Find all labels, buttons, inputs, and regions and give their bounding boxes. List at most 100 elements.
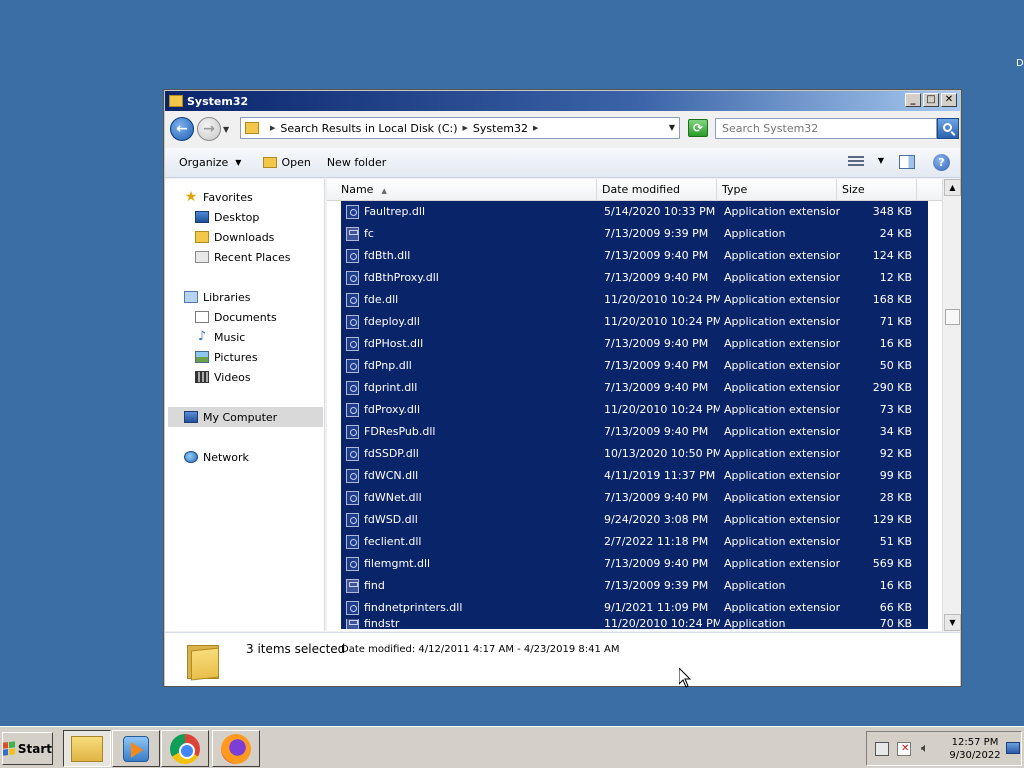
file-type: Application extension: [724, 557, 840, 570]
clock[interactable]: 12:57 PM 9/30/2022: [945, 736, 1005, 762]
nav-favorites[interactable]: ★ Favorites: [184, 187, 253, 207]
taskbar-chrome[interactable]: [161, 730, 209, 767]
file-row[interactable]: fdBthProxy.dll 7/13/2009 9:40 PM Applicati…: [341, 267, 928, 289]
breadcrumb-separator-icon[interactable]: ▶: [533, 124, 538, 132]
forward-button[interactable]: →: [197, 117, 221, 141]
minimize-button[interactable]: _: [905, 93, 921, 107]
refresh-button[interactable]: ⟳: [688, 119, 708, 137]
file-date: 7/13/2009 9:40 PM: [604, 425, 709, 438]
nav-network[interactable]: Network: [184, 447, 249, 467]
file-row[interactable]: filemgmt.dll 7/13/2009 9:40 PM Application…: [341, 553, 928, 575]
file-date: 9/24/2020 3:08 PM: [604, 513, 709, 526]
start-button[interactable]: Start: [2, 732, 53, 765]
scroll-up-icon[interactable]: ▲: [944, 179, 961, 196]
desktop-icon-label-edge[interactable]: D: [1016, 58, 1024, 70]
network-status-icon[interactable]: [875, 742, 889, 756]
file-name: FDResPub.dll: [364, 425, 436, 438]
file-name: fdBthProxy.dll: [364, 271, 439, 284]
file-size: 50 KB: [879, 359, 912, 372]
file-size: 34 KB: [879, 425, 912, 438]
file-row[interactable]: find 7/13/2009 9:39 PM Application 16 KB: [341, 575, 928, 597]
title-bar[interactable]: System32 _ □ ✕: [165, 91, 960, 111]
nav-pictures[interactable]: Pictures: [195, 347, 258, 367]
firefox-icon: [221, 733, 251, 764]
desktop-icon: [195, 211, 209, 223]
file-name: fdPnp.dll: [364, 359, 412, 372]
file-row[interactable]: fdWNet.dll 7/13/2009 9:40 PM Application e…: [341, 487, 928, 509]
file-row[interactable]: FDResPub.dll 7/13/2009 9:40 PM Application…: [341, 421, 928, 443]
nav-libraries[interactable]: Libraries: [184, 287, 251, 307]
file-row[interactable]: feclient.dll 2/7/2022 11:18 PM Application…: [341, 531, 928, 553]
change-view-icon[interactable]: [848, 156, 864, 168]
scrollbar-thumb[interactable]: [945, 309, 960, 325]
file-row[interactable]: fdprint.dll 7/13/2009 9:40 PM Application …: [341, 377, 928, 399]
file-row[interactable]: fdPnp.dll 7/13/2009 9:40 PM Application ex…: [341, 355, 928, 377]
organize-button[interactable]: Organize ▼: [179, 156, 241, 169]
close-button[interactable]: ✕: [941, 93, 957, 107]
file-name-cell: fdeploy.dll: [346, 311, 596, 333]
open-label: Open: [281, 156, 311, 169]
file-row[interactable]: fdPHost.dll 7/13/2009 9:40 PM Application …: [341, 333, 928, 355]
help-icon[interactable]: ?: [933, 154, 950, 171]
nav-videos[interactable]: Videos: [195, 367, 251, 387]
taskbar-explorer[interactable]: [63, 730, 111, 767]
file-row[interactable]: fc 7/13/2009 9:39 PM Application 24 KB: [341, 223, 928, 245]
file-type: Application extension: [724, 293, 840, 306]
network-icon: [184, 451, 198, 463]
taskbar-firefox[interactable]: [212, 730, 260, 767]
file-row[interactable]: fdeploy.dll 11/20/2010 10:24 PM Applicatio…: [341, 311, 928, 333]
taskbar-media-player[interactable]: [112, 730, 160, 767]
file-type: Application extension: [724, 381, 840, 394]
scroll-down-icon[interactable]: ▼: [944, 614, 961, 631]
nav-my-computer[interactable]: My Computer: [168, 407, 323, 427]
system-tray: 🔈︎ 12:57 PM 9/30/2022: [866, 731, 1022, 766]
nav-recent-places[interactable]: Recent Places: [195, 247, 291, 267]
folder-icon: [169, 95, 183, 107]
file-name: fc: [364, 227, 374, 240]
column-size[interactable]: Size: [837, 179, 917, 201]
column-date-modified[interactable]: Date modified: [597, 179, 717, 201]
address-bar[interactable]: ▶ Search Results in Local Disk (C:) ▶ Sy…: [240, 117, 680, 139]
open-button[interactable]: Open: [263, 156, 311, 169]
file-row[interactable]: fdSSDP.dll 10/13/2020 10:50 PM Application…: [341, 443, 928, 465]
breadcrumb-separator-icon[interactable]: ▶: [463, 124, 468, 132]
preview-pane-icon[interactable]: [899, 155, 915, 169]
file-name-cell: fdWNet.dll: [346, 487, 596, 509]
action-center-icon[interactable]: [897, 742, 911, 756]
file-row[interactable]: findstr 11/20/2010 10:24 PM Application 70 …: [341, 619, 928, 629]
file-row[interactable]: findnetprinters.dll 9/1/2021 11:09 PM Appl…: [341, 597, 928, 619]
new-folder-button[interactable]: New folder: [327, 156, 386, 169]
column-type[interactable]: Type: [717, 179, 837, 201]
file-row[interactable]: fde.dll 11/20/2010 10:24 PM Application ex…: [341, 289, 928, 311]
breadcrumb-system32[interactable]: System32: [473, 122, 528, 135]
file-row[interactable]: fdWSD.dll 9/24/2020 3:08 PM Application ex…: [341, 509, 928, 531]
dll-file-icon: [346, 403, 359, 417]
breadcrumb-separator-icon[interactable]: ▶: [270, 124, 275, 132]
file-date: 5/14/2020 10:33 PM: [604, 205, 716, 218]
nav-documents[interactable]: Documents: [195, 307, 277, 327]
show-desktop-icon[interactable]: [1006, 742, 1020, 754]
volume-icon[interactable]: 🔈︎: [921, 742, 935, 756]
column-name[interactable]: Name ▲: [327, 179, 597, 201]
file-row[interactable]: fdProxy.dll 11/20/2010 10:24 PM Applicatio…: [341, 399, 928, 421]
search-button[interactable]: [937, 118, 959, 139]
nav-downloads[interactable]: Downloads: [195, 227, 274, 247]
chevron-down-icon: ▼: [235, 158, 242, 167]
recent-pages-dropdown-icon[interactable]: ▼: [223, 125, 229, 134]
vertical-scrollbar[interactable]: ▲ ▼: [942, 179, 961, 631]
nav-music[interactable]: ♪ Music: [195, 327, 245, 347]
file-row[interactable]: fdBth.dll 7/13/2009 9:40 PM Application ex…: [341, 245, 928, 267]
address-dropdown-icon[interactable]: ▼: [669, 123, 675, 132]
file-name-cell: fdBthProxy.dll: [346, 267, 596, 289]
nav-desktop[interactable]: Desktop: [195, 207, 259, 227]
file-row[interactable]: fdWCN.dll 4/11/2019 11:37 PM Application e…: [341, 465, 928, 487]
back-button[interactable]: ←: [170, 117, 194, 141]
file-type: Application extension: [724, 535, 840, 548]
breadcrumb-search-results[interactable]: Search Results in Local Disk (C:): [280, 122, 457, 135]
view-dropdown-icon[interactable]: ▼: [878, 156, 884, 165]
file-row[interactable]: Faultrep.dll 5/14/2020 10:33 PM Applicatio…: [341, 201, 928, 223]
file-name: filemgmt.dll: [364, 557, 431, 570]
maximize-button[interactable]: □: [923, 93, 939, 107]
file-name-cell: findstr: [346, 619, 596, 629]
search-input[interactable]: [715, 118, 937, 139]
